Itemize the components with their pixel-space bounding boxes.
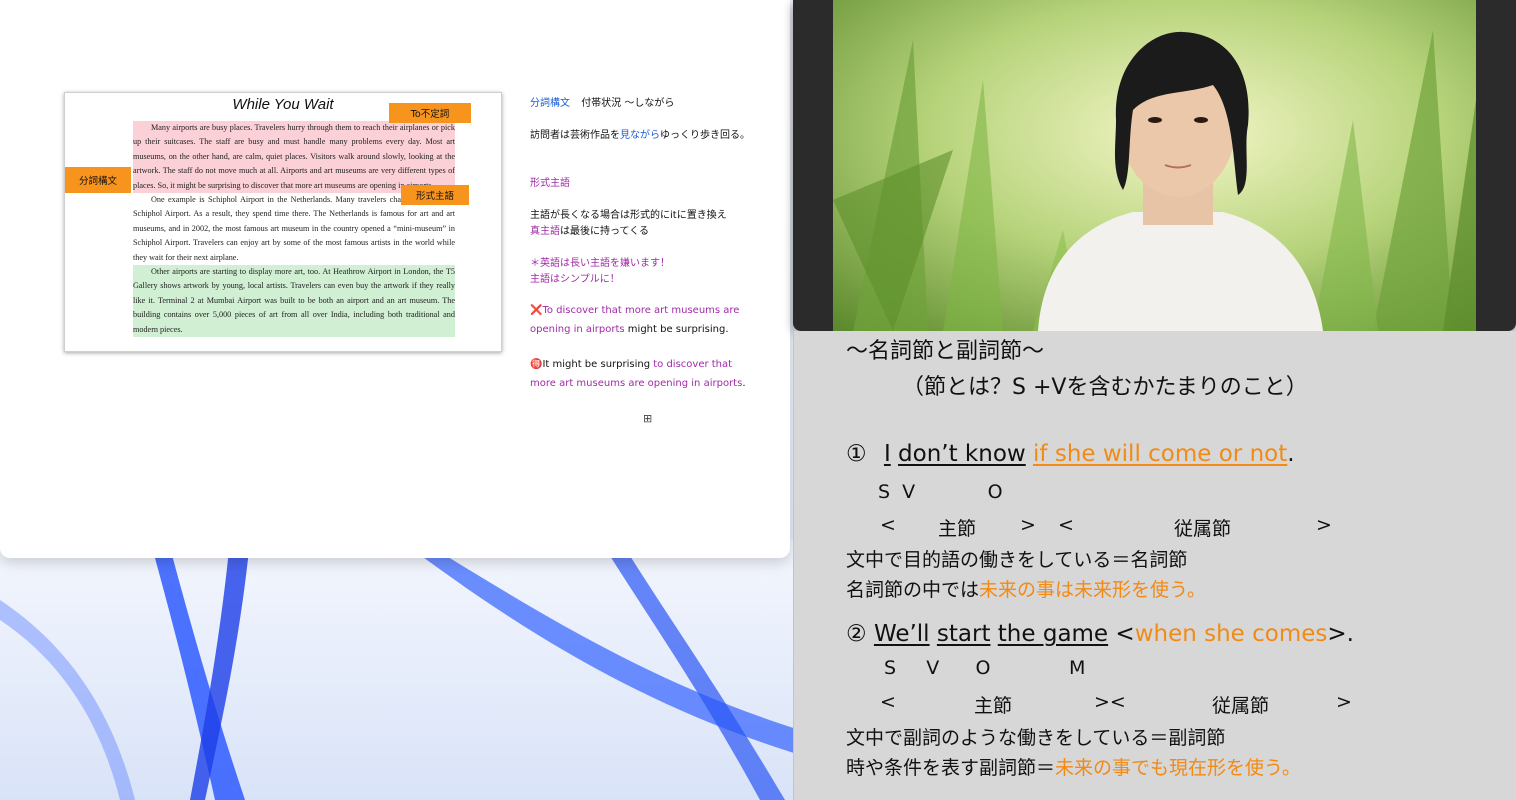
lesson-title: 〜名詞節と副詞節〜 bbox=[846, 339, 1045, 364]
bracket: > bbox=[1020, 514, 1036, 536]
note-highlight: To discover that more art museums are bbox=[542, 305, 740, 316]
sub-clause-label: 従属節 bbox=[1174, 518, 1232, 540]
document-window: While You Wait Many airports are busy pl… bbox=[0, 0, 790, 558]
note-good-example: 🉐It might be surprising to discover that bbox=[530, 359, 732, 370]
webcam-video bbox=[833, 0, 1476, 331]
note-participle-line: 分詞構文 付帯状況 〜しながら bbox=[530, 94, 674, 109]
lesson-slide: 〜名詞節と副詞節〜 （節とは？S +Vを含むかたまりのこと） ① I don’t… bbox=[793, 331, 1516, 800]
video-window[interactable] bbox=[793, 0, 1516, 331]
desktop-wallpaper bbox=[0, 540, 800, 800]
example-subject: I bbox=[883, 441, 891, 467]
example-subject: We’ll bbox=[873, 621, 930, 647]
note-true-subject-line: 真主語は最後に持ってくる bbox=[530, 222, 649, 237]
note-text: は最後に持ってくる bbox=[560, 226, 649, 237]
expand-icon[interactable]: ⊞ bbox=[643, 412, 652, 425]
example-object: the game bbox=[997, 621, 1109, 647]
example-2: ② We’ll start the game <when she comes>. bbox=[846, 621, 1354, 647]
example-1-note: 文中で目的語の働きをしている＝名詞節 bbox=[846, 549, 1188, 571]
note-good-example-cont: more art museums are opening in airports… bbox=[530, 378, 746, 389]
bracket: > bbox=[1336, 691, 1352, 713]
note-text: 訪問者は芸術作品を bbox=[530, 130, 620, 141]
example-verb: don’t know bbox=[898, 441, 1026, 467]
note-text: 付帯状況 〜しながら bbox=[581, 98, 675, 109]
note-text: It might be surprising bbox=[542, 359, 654, 370]
note-text: ゆっくり歩き回る。 bbox=[660, 130, 750, 141]
note-highlight: 真主語 bbox=[530, 226, 560, 237]
note-wrong-example: ❌To discover that more art museums are bbox=[530, 305, 739, 316]
note-highlight: more art museums are opening in airports bbox=[530, 378, 743, 389]
example-1-rule: 名詞節の中では未来の事は未来形を使う。 bbox=[846, 575, 1206, 602]
note-text: 主語が長くなる場合は形式的にitに置き換え bbox=[530, 210, 727, 221]
note-text: ＊英語は長い主語を嫌います！ bbox=[530, 258, 670, 269]
tag-to-infinitive: To不定詞 bbox=[389, 103, 471, 123]
cross-icon: ❌ bbox=[530, 305, 543, 316]
tag-participle: 分詞構文 bbox=[65, 167, 131, 193]
note-text: 主語はシンプルに！ bbox=[530, 274, 620, 285]
main-clause-label: 主節 bbox=[974, 695, 1013, 717]
bracket: < bbox=[1115, 621, 1135, 647]
slide-passage: Many airports are busy places. Travelers… bbox=[133, 121, 455, 338]
example-punct: >. bbox=[1327, 621, 1354, 647]
bracket: < bbox=[880, 514, 896, 536]
rule-text: 時や条件を表す副詞節＝ bbox=[846, 757, 1056, 779]
note-text: . bbox=[742, 378, 746, 389]
note-formal-subject-label: 形式主語 bbox=[530, 178, 570, 189]
example-2-note: 文中で副詞のような働きをしている＝副詞節 bbox=[846, 727, 1226, 749]
example-1: ① I don’t know if she will come or not. bbox=[846, 441, 1295, 467]
note-highlight: 見ながら bbox=[620, 130, 660, 141]
rule-highlight: 未来の事は未来形を使う。 bbox=[979, 579, 1206, 601]
lesson-subtitle: （節とは？S +Vを含むかたまりのこと） bbox=[902, 375, 1308, 400]
sub-clause-label: 従属節 bbox=[1212, 695, 1270, 717]
passage-paragraph: Many airports are busy places. Travelers… bbox=[133, 121, 455, 194]
main-clause-label: 主節 bbox=[938, 518, 977, 540]
example-1-svo: S V O bbox=[878, 481, 1003, 503]
rule-text: 名詞節の中では bbox=[846, 579, 980, 601]
note-example-line: 訪問者は芸術作品を見ながらゆっくり歩き回る。 bbox=[530, 126, 750, 141]
example-adverb-clause: when she comes bbox=[1134, 621, 1328, 647]
example-number: ② bbox=[846, 621, 867, 647]
tag-formal-subject: 形式主語 bbox=[401, 185, 469, 205]
passage-paragraph: Other airports are starting to display m… bbox=[133, 265, 455, 338]
bracket: < bbox=[880, 691, 896, 713]
good-mark-icon: 🉐 bbox=[530, 359, 543, 370]
note-highlight: opening in airports bbox=[530, 324, 625, 335]
note-label: 分詞構文 bbox=[530, 98, 570, 109]
example-2-svom: S V O M bbox=[884, 657, 1086, 679]
example-noun-clause: if she will come or not bbox=[1033, 441, 1288, 467]
note-text: might be surprising. bbox=[624, 324, 729, 335]
bracket: < bbox=[1058, 514, 1074, 536]
reading-slide[interactable]: While You Wait Many airports are busy pl… bbox=[64, 92, 502, 352]
bracket: > bbox=[1316, 514, 1332, 536]
example-2-rule: 時や条件を表す副詞節＝未来の事でも現在形を使う。 bbox=[846, 753, 1301, 780]
bracket: >< bbox=[1094, 691, 1126, 713]
example-number: ① bbox=[846, 441, 867, 467]
rule-highlight: 未来の事でも現在形を使う。 bbox=[1055, 757, 1301, 779]
example-verb: start bbox=[936, 621, 991, 647]
note-wrong-example-cont: opening in airports might be surprising. bbox=[530, 324, 729, 335]
example-punct: . bbox=[1287, 441, 1295, 467]
note-highlight: to discover that bbox=[653, 359, 733, 370]
